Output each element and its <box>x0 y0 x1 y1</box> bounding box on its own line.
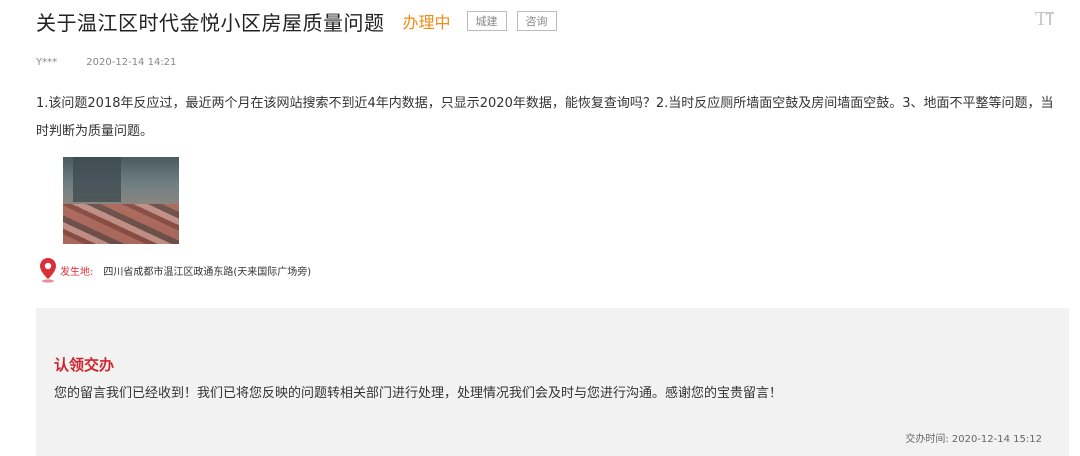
font-size-icon[interactable]: T <box>1034 8 1060 30</box>
photo-wall-area <box>73 157 121 202</box>
status-badge: 办理中 <box>402 13 451 32</box>
attached-photo[interactable] <box>63 157 179 244</box>
location-value: 四川省成都市温江区政通东路(天来国际广场旁) <box>103 266 312 278</box>
message-content: 1.该问题2018年反应过，最近两个月在该网站搜索不到近4年内数据，只显示202… <box>36 96 1054 139</box>
page-title: 关于温江区时代金悦小区房屋质量问题 <box>36 10 385 35</box>
reply-title: 认领交办 <box>54 356 115 374</box>
photo-debris-area <box>63 204 179 244</box>
location-label: 发生地: <box>60 266 94 278</box>
reply-panel: 认领交办 您的留言我们已经收到！我们已将您反映的问题转相关部门进行处理，处理情况… <box>36 308 1069 456</box>
reply-text: 您的留言我们已经收到！我们已将您反映的问题转相关部门进行处理，处理情况我们会及时… <box>54 386 783 401</box>
post-meta: Y*** 2020-12-14 14:21 <box>36 57 176 68</box>
reply-time: 交办时间: 2020-12-14 15:12 <box>905 434 1042 445</box>
location-row: 发生地: 四川省成都市温江区政通东路(天来国际广场旁) <box>38 257 311 283</box>
location-pin-icon <box>38 257 58 283</box>
post-time: 2020-12-14 14:21 <box>86 57 177 68</box>
svg-text:T: T <box>1035 9 1047 28</box>
tag-category[interactable]: 城建 <box>466 11 507 31</box>
title-row: 关于温江区时代金悦小区房屋质量问题 办理中 城建 咨询 <box>36 7 557 35</box>
tag-type[interactable]: 咨询 <box>516 11 557 31</box>
author-name: Y*** <box>36 57 58 68</box>
